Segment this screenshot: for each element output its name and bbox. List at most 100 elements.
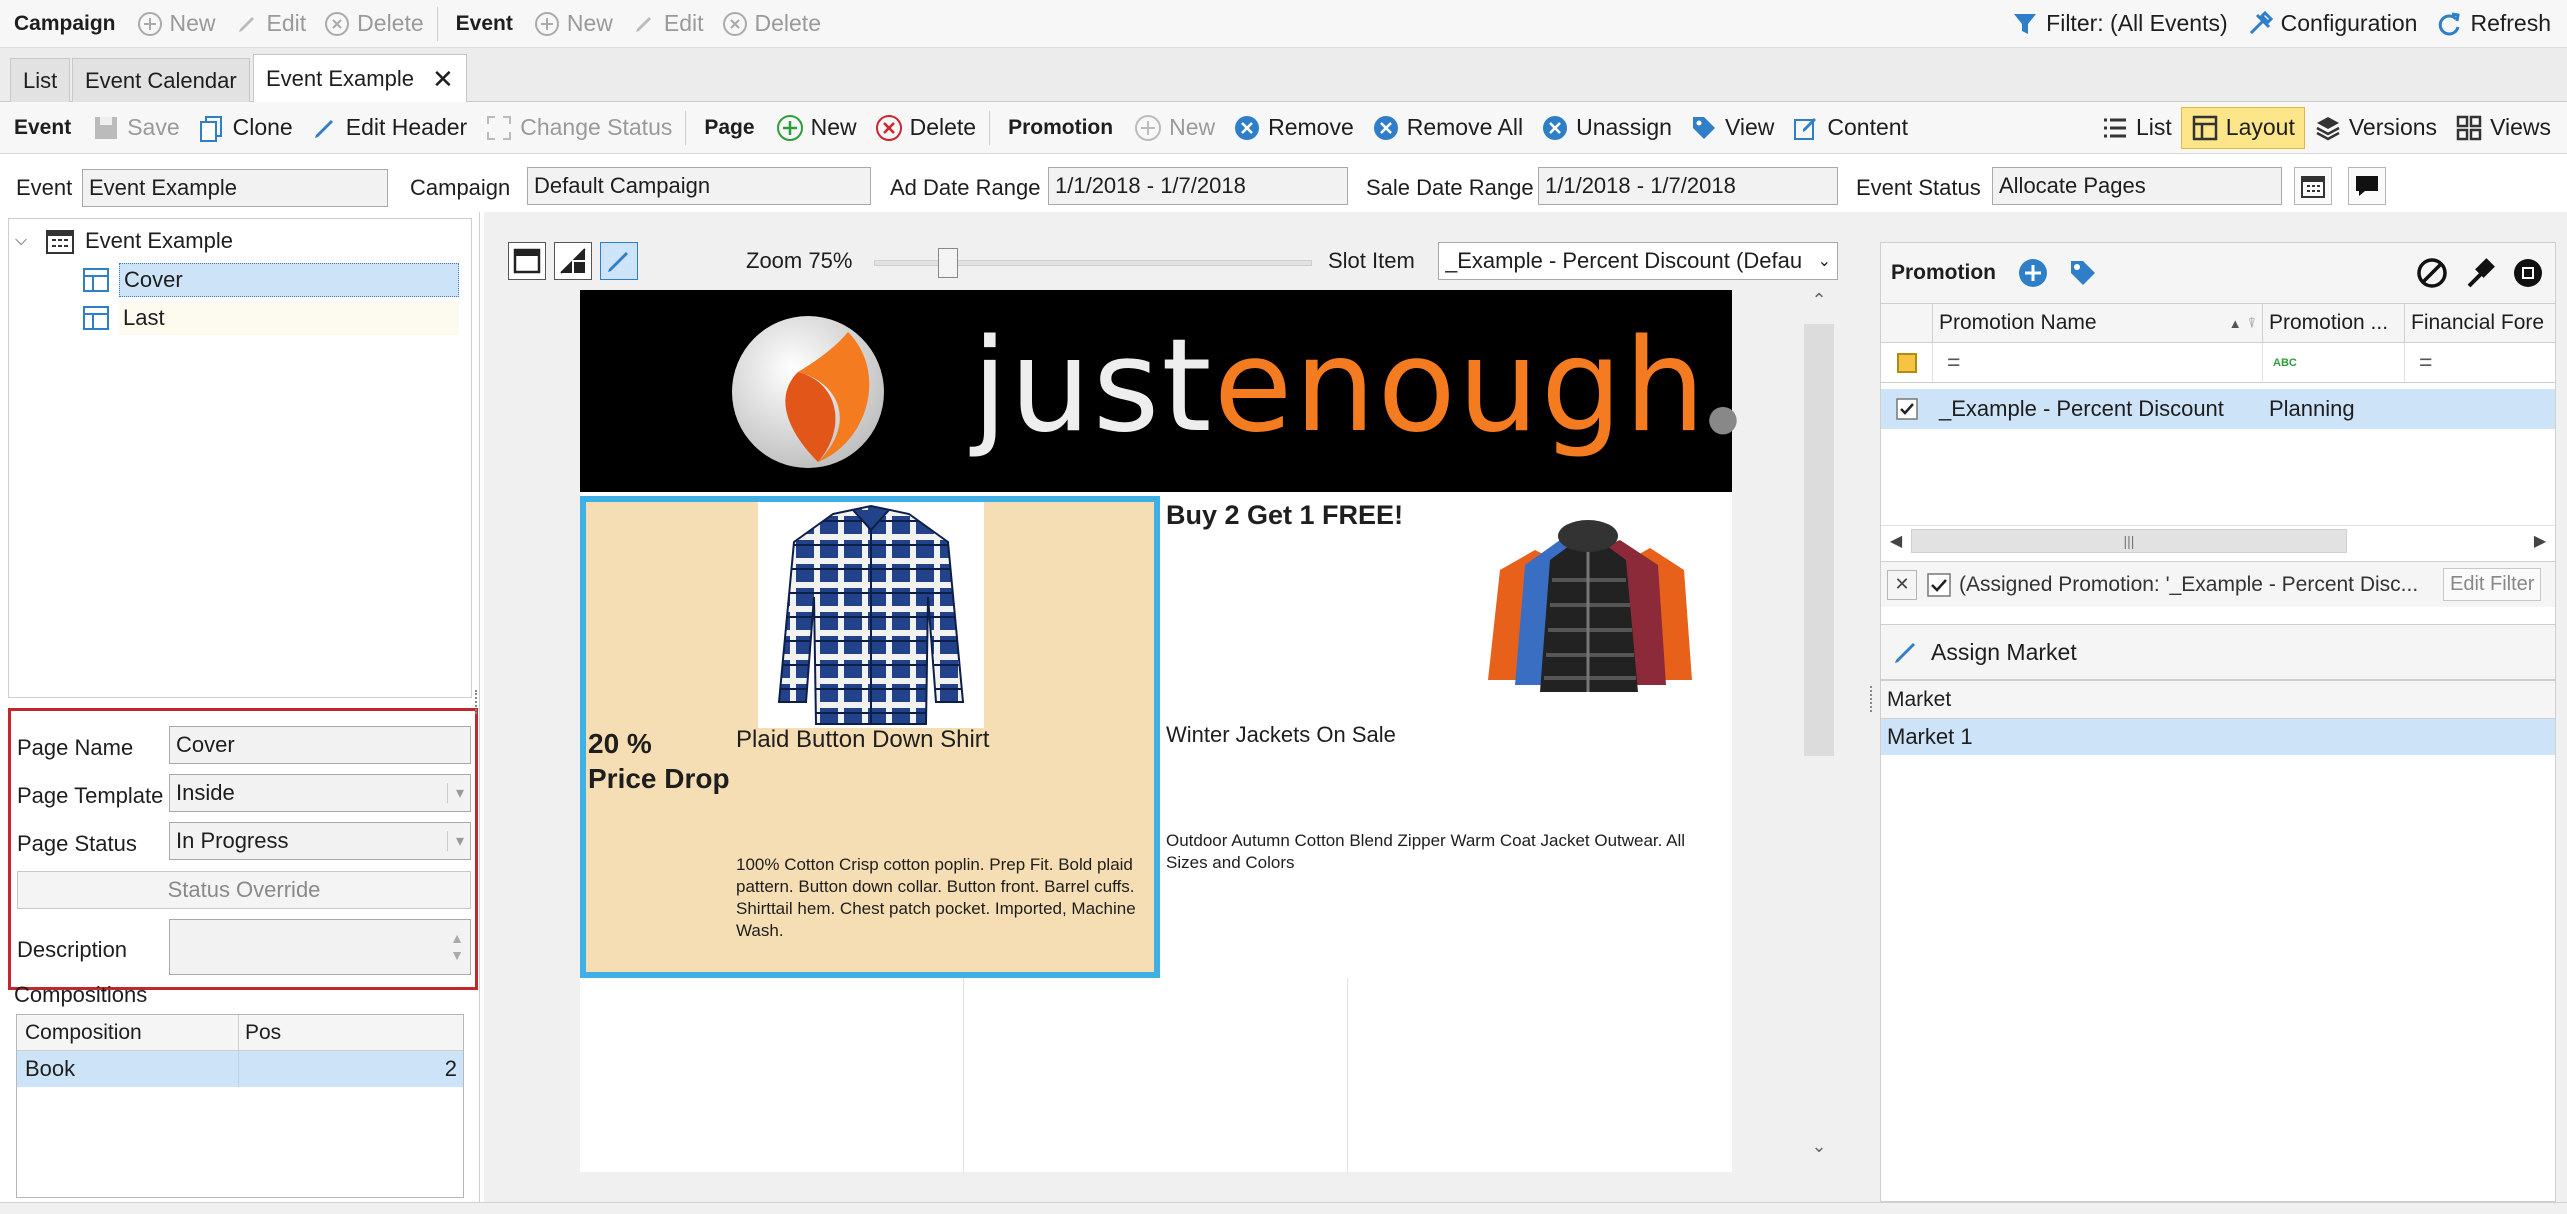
vertical-scrollbar[interactable]: ⌃ ⌄ <box>1802 290 1836 1170</box>
clear-filter-button[interactable]: ✕ <box>1887 569 1917 600</box>
edit-tool[interactable] <box>600 242 638 280</box>
tab-list-label: List <box>23 67 58 93</box>
scroll-down-icon[interactable]: ⌄ <box>1802 1136 1836 1164</box>
unassign-label: Unassign <box>1576 114 1672 140</box>
edit-header-button[interactable]: Edit Header <box>302 102 476 153</box>
table-row[interactable]: Market 1 <box>1881 719 2555 755</box>
page-new-button[interactable]: New <box>767 102 866 153</box>
configuration-button[interactable]: Configuration <box>2237 0 2427 47</box>
sale-date-field[interactable]: 1/1/2018 - 1/7/2018 <box>1538 167 1838 205</box>
shape-tool[interactable] <box>554 242 592 280</box>
unassign-button[interactable]: Unassign <box>1532 102 1681 153</box>
list-view-button[interactable]: List <box>2092 102 2181 153</box>
tab-event-example[interactable]: Event Example ✕ <box>253 54 467 103</box>
scroll-right-icon[interactable]: ▶ <box>2525 531 2555 551</box>
save-button[interactable]: Save <box>83 102 188 153</box>
campaign-field[interactable]: Default Campaign <box>527 167 871 205</box>
splitter-handle[interactable] <box>475 690 479 714</box>
slot-item-select[interactable]: _Example - Percent Discount (Defau ⌄ <box>1438 242 1838 280</box>
delete-icon <box>325 11 350 36</box>
page-status-value: In Progress <box>176 828 289 853</box>
tab-event-calendar[interactable]: Event Calendar <box>72 58 250 102</box>
zoom-slider-thumb[interactable] <box>938 248 958 278</box>
empty-slot[interactable] <box>964 978 1348 1172</box>
composition-cell: Book <box>17 1051 239 1087</box>
header-layout-tool[interactable] <box>508 242 546 280</box>
views-button[interactable]: Views <box>2446 102 2567 153</box>
page-status-select[interactable]: In Progress ▾ <box>169 822 471 860</box>
promo-slot-2[interactable]: Buy 2 Get 1 FREE! Winter Jackets On Sale… <box>1160 496 1732 972</box>
tab-list[interactable]: List <box>10 58 71 102</box>
refresh-button[interactable]: Refresh <box>2426 0 2567 47</box>
table-row[interactable]: _Example - Percent Discount Planning <box>1881 389 2555 429</box>
spin-arrows-icon[interactable]: ▲ ▼ <box>450 930 464 964</box>
event-new-button[interactable]: New <box>525 0 622 47</box>
status-filter-operator[interactable]: ABC <box>2263 343 2405 382</box>
promo-new-button[interactable]: New <box>1125 102 1224 153</box>
forecast-filter-operator[interactable]: = <box>2405 343 2555 382</box>
add-icon[interactable] <box>2016 256 2050 290</box>
table-row[interactable]: Book 2 <box>17 1051 463 1087</box>
tree-item-cover[interactable]: Cover <box>81 263 459 297</box>
logo-text-enough: enough <box>1213 312 1708 461</box>
col-pos-header[interactable]: Pos <box>239 1021 281 1045</box>
event-status-field[interactable]: Allocate Pages <box>1992 167 2282 205</box>
remove-all-button[interactable]: Remove All <box>1363 102 1532 153</box>
close-icon[interactable]: ✕ <box>432 66 454 92</box>
remove-button[interactable]: Remove <box>1224 102 1363 153</box>
page-name-label: Page Name <box>17 735 134 760</box>
block-icon[interactable] <box>2415 256 2449 290</box>
col-promotion-status-header[interactable]: Promotion ... <box>2263 304 2405 342</box>
funnel-icon[interactable]: ⍒ <box>2242 315 2262 332</box>
content-button[interactable]: Content <box>1783 102 1917 153</box>
row-checkbox[interactable] <box>1881 389 1933 429</box>
layout-view-button[interactable]: Layout <box>2180 106 2305 149</box>
description-field[interactable]: ▲ ▼ <box>169 919 471 975</box>
tree-item-last[interactable]: Last <box>81 301 459 335</box>
scroll-up-icon[interactable]: ⌃ <box>1802 290 1836 318</box>
filter-button[interactable]: Filter: (All Events) <box>2002 0 2236 47</box>
comment-button[interactable] <box>2348 167 2386 205</box>
calendar-button[interactable] <box>2294 167 2332 205</box>
col-market-header[interactable]: Market <box>1887 688 1951 712</box>
stop-icon[interactable] <box>2511 256 2545 290</box>
status-override-button[interactable]: Status Override <box>17 871 471 909</box>
col-promotion-name-header[interactable]: Promotion Name ▲ ⍒ <box>1933 304 2263 342</box>
campaign-delete-button[interactable]: Delete <box>315 0 432 47</box>
zoom-slider[interactable] <box>874 248 1312 278</box>
empty-slot[interactable] <box>1348 978 1732 1172</box>
splitter-handle[interactable] <box>1870 686 1874 712</box>
event-field[interactable]: Event Example <box>82 169 388 207</box>
page-name-field[interactable]: Cover <box>169 726 471 764</box>
tree-root[interactable]: ⌵ Event Example <box>15 227 233 255</box>
versions-button[interactable]: Versions <box>2305 102 2446 153</box>
campaign-edit-button[interactable]: Edit <box>225 0 316 47</box>
assign-market-header[interactable]: Assign Market <box>1880 624 2556 680</box>
page-layout-icon <box>83 306 109 330</box>
clone-button[interactable]: Clone <box>189 102 302 153</box>
col-composition-header[interactable]: Composition <box>17 1015 239 1050</box>
checkbox-checked-icon <box>1896 398 1918 420</box>
tag-icon[interactable] <box>2066 256 2100 290</box>
promo-slot-1[interactable]: 20 % Price Drop Plaid Button Down Shirt … <box>580 496 1160 978</box>
scrollbar-thumb[interactable] <box>1804 324 1834 756</box>
col-financial-forecast-header[interactable]: Financial Fore <box>2405 304 2555 342</box>
gavel-icon[interactable] <box>2463 256 2497 290</box>
name-filter-operator[interactable]: = <box>1933 343 2263 382</box>
change-status-button[interactable]: Change Status <box>476 102 681 153</box>
horizontal-scrollbar[interactable]: ◀ ||| ▶ <box>1881 525 2555 555</box>
page-template-select[interactable]: Inside ▾ <box>169 774 471 812</box>
event-edit-button[interactable]: Edit <box>622 0 713 47</box>
view-button[interactable]: View <box>1681 102 1783 153</box>
page-delete-button[interactable]: Delete <box>866 102 985 153</box>
ad-date-field[interactable]: 1/1/2018 - 1/7/2018 <box>1048 167 1348 205</box>
empty-slot[interactable] <box>580 978 964 1172</box>
refresh-icon <box>2439 12 2461 35</box>
campaign-new-button[interactable]: New <box>128 0 225 47</box>
expand-icon[interactable]: ⌵ <box>15 232 37 250</box>
checkbox-checked-icon[interactable] <box>1925 571 1953 599</box>
scroll-left-icon[interactable]: ◀ <box>1881 531 1911 551</box>
edit-filter-button[interactable]: Edit Filter <box>2443 568 2542 601</box>
event-delete-button[interactable]: Delete <box>713 0 830 47</box>
scrollbar-thumb[interactable]: ||| <box>1911 528 2347 553</box>
